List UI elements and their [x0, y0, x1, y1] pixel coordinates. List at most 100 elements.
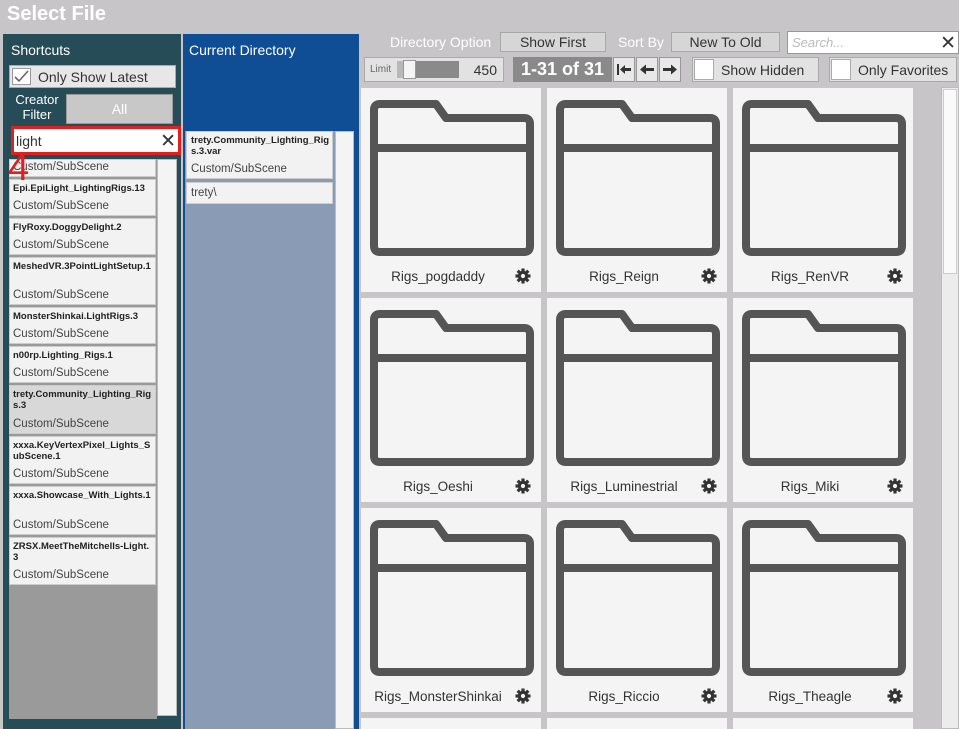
- gear-icon[interactable]: [701, 688, 717, 704]
- limit-slider-handle[interactable]: [403, 60, 416, 79]
- only-favorites-toggle[interactable]: Only Favorites: [829, 57, 957, 82]
- folder-icon: [370, 100, 534, 256]
- list-item[interactable]: FlyRoxy.DoggyDelight.2 Custom/SubScene: [9, 218, 156, 255]
- folder-name: Rigs_pogdaddy: [391, 269, 485, 284]
- list-item-name: n00rp.Lighting_Rigs.1: [13, 350, 113, 361]
- creator-filter-dropdown[interactable]: All: [66, 94, 173, 124]
- folder-card[interactable]: Rigs_Riccio: [547, 508, 727, 712]
- list-item[interactable]: MeshedVR.3PointLightSetup.1 Custom/SubSc…: [9, 257, 156, 305]
- search-field[interactable]: ✕: [787, 31, 959, 54]
- creator-filter-label: Creator Filter: [15, 92, 59, 122]
- only-favorites-checkbox[interactable]: [831, 59, 851, 80]
- first-page-icon: [617, 64, 631, 75]
- folder-icon: [742, 310, 906, 466]
- folder-icon: [370, 310, 534, 466]
- gear-icon[interactable]: [515, 688, 531, 704]
- folder-card[interactable]: Rigs_Reign: [547, 88, 727, 292]
- close-icon[interactable]: ✕: [940, 32, 956, 55]
- folder-icon: [742, 100, 906, 256]
- gear-icon[interactable]: [701, 268, 717, 284]
- limit-slider[interactable]: [397, 60, 459, 79]
- folder-card[interactable]: Rigs_MonsterShinkai: [361, 508, 541, 712]
- show-hidden-toggle[interactable]: Show Hidden: [692, 57, 819, 82]
- gear-icon[interactable]: [887, 478, 903, 494]
- list-item[interactable]: Epi.EpiLight_LightingRigs.13 Custom/SubS…: [9, 179, 156, 216]
- folder-card-partial[interactable]: [547, 718, 727, 729]
- show-hidden-checkbox[interactable]: [694, 59, 714, 80]
- folder-card[interactable]: Rigs_Luminestrial: [547, 298, 727, 502]
- gear-icon[interactable]: [515, 268, 531, 284]
- list-item-name: trety.Community_Lighting_Rigs.3: [13, 389, 152, 411]
- only-show-latest-toggle[interactable]: Only Show Latest: [9, 65, 176, 88]
- folder-card[interactable]: Rigs_pogdaddy: [361, 88, 541, 292]
- close-icon[interactable]: ✕: [160, 130, 176, 153]
- folder-name: Rigs_RenVR: [770, 269, 850, 284]
- folder-card[interactable]: Rigs_Miki: [733, 298, 913, 502]
- shortcuts-search-input[interactable]: light ✕: [11, 126, 181, 155]
- list-item-type: Custom/SubScene: [13, 519, 109, 531]
- folder-name: Rigs_Luminestrial: [570, 479, 678, 494]
- folder-name: Rigs_Reign: [589, 269, 659, 284]
- folder-card[interactable]: Rigs_Oeshi: [361, 298, 541, 502]
- next-page-icon: [663, 64, 677, 75]
- shortcuts-scrollbar[interactable]: [157, 159, 177, 716]
- limit-value: 450: [473, 62, 497, 78]
- shortcuts-panel: Shortcuts Only Show Latest Creator Filte…: [3, 34, 181, 729]
- page-range: 1-31 of 31: [513, 57, 612, 82]
- list-item-name: MonsterShinkai.LightRigs.3: [13, 311, 139, 322]
- list-item-name: Epi.EpiLight_LightingRigs.13: [13, 183, 145, 194]
- show-hidden-label: Show Hidden: [721, 62, 805, 78]
- limit-slider-control: Limit 450: [364, 57, 504, 82]
- list-item-name: trety.Community_Lighting_Rigs.3.var: [191, 135, 330, 157]
- search-input[interactable]: [792, 34, 932, 51]
- directory-option-label: Directory Option: [390, 34, 492, 50]
- checkmark-icon[interactable]: [12, 68, 31, 85]
- gear-icon[interactable]: [701, 478, 717, 494]
- list-item-type: Custom/SubScene: [13, 569, 109, 581]
- list-item[interactable]: n00rp.Lighting_Rigs.1 Custom/SubScene: [9, 346, 156, 383]
- next-page-button[interactable]: [659, 57, 681, 82]
- folder-card-partial[interactable]: [733, 718, 913, 729]
- list-item[interactable]: trety\: [186, 182, 333, 204]
- current-directory-title: Current Directory: [189, 42, 296, 58]
- list-item-name: trety\: [191, 187, 217, 199]
- current-directory-scrollbar[interactable]: [335, 131, 354, 729]
- list-item[interactable]: MonsterShinkai.LightRigs.3 Custom/SubSce…: [9, 307, 156, 344]
- sort-by-dropdown[interactable]: New To Old: [671, 32, 780, 52]
- list-item-name: xxxa.Showcase_With_Lights.1: [13, 490, 151, 501]
- sort-by-label: Sort By: [618, 34, 664, 50]
- list-item[interactable]: Custom/SubScene: [9, 159, 156, 177]
- list-item[interactable]: trety.Community_Lighting_Rigs.3.var Cust…: [186, 131, 333, 179]
- list-item-name: FlyRoxy.DoggyDelight.2: [13, 222, 122, 233]
- list-item-selected[interactable]: trety.Community_Lighting_Rigs.3 Custom/S…: [9, 385, 156, 434]
- first-page-button[interactable]: [613, 57, 635, 82]
- list-item-type: Custom/SubScene: [191, 163, 287, 175]
- current-directory-list: [185, 131, 335, 729]
- list-item[interactable]: xxxa.KeyVertexPixel_Lights_SubScene.1 Cu…: [9, 436, 156, 484]
- gear-icon[interactable]: [887, 688, 903, 704]
- folder-name: Rigs_Miki: [780, 479, 840, 494]
- folder-icon: [370, 520, 534, 676]
- gear-icon[interactable]: [887, 268, 903, 284]
- list-item-type: Custom/SubScene: [13, 328, 109, 340]
- list-item[interactable]: ZRSX.MeetTheMitchells-Light.3 Custom/Sub…: [9, 537, 156, 585]
- file-grid-scrollbar[interactable]: [941, 87, 959, 729]
- list-item-type: Custom/SubScene: [13, 239, 109, 251]
- file-grid: Rigs_pogdaddy Rigs_Reign Rigs_RenVR Rigs…: [361, 85, 940, 729]
- list-item-type: Custom/SubScene: [13, 418, 109, 430]
- folder-icon: [742, 520, 906, 676]
- list-item-type: Custom/SubScene: [13, 200, 109, 212]
- shortcuts-title: Shortcuts: [11, 42, 71, 58]
- folder-icon: [556, 100, 720, 256]
- folder-card[interactable]: Rigs_RenVR: [733, 88, 913, 292]
- folder-card-partial[interactable]: [361, 718, 541, 729]
- file-grid-scrollbar-thumb[interactable]: [943, 89, 957, 274]
- list-item-name: MeshedVR.3PointLightSetup.1: [13, 261, 151, 272]
- only-show-latest-label: Only Show Latest: [38, 69, 148, 85]
- folder-card[interactable]: Rigs_Theagle: [733, 508, 913, 712]
- previous-page-button[interactable]: [636, 57, 658, 82]
- gear-icon[interactable]: [515, 478, 531, 494]
- list-item-type: Custom/SubScene: [13, 289, 109, 301]
- list-item[interactable]: xxxa.Showcase_With_Lights.1 Custom/SubSc…: [9, 486, 156, 535]
- directory-option-dropdown[interactable]: Show First: [500, 32, 606, 52]
